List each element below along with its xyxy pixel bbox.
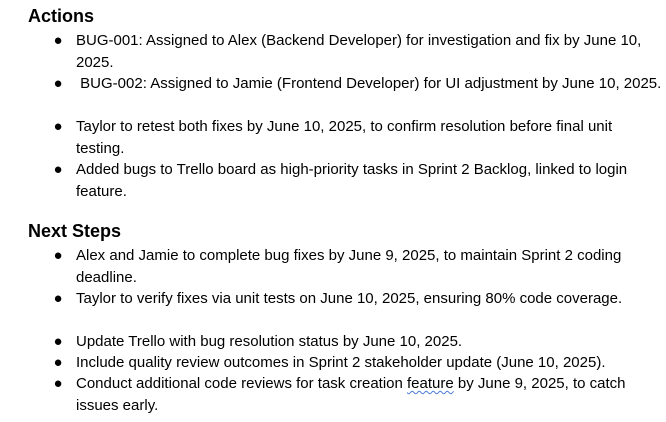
spellcheck-flagged-word[interactable]: feature [407,375,454,392]
bullet-icon: ● [53,290,63,307]
list-item-text: Conduct additional code reviews for task… [76,373,662,416]
bullet-icon: ● [53,375,63,392]
bullet-icon: ● [53,333,63,350]
list-item-text: Update Trello with bug resolution status… [76,333,463,350]
list-item-text: BUG-001: Assigned to Alex (Backend Devel… [76,32,646,71]
bullet-icon: ● [53,161,63,178]
bullet-icon: ● [53,354,63,371]
list-item-text-part: Conduct additional code reviews for task… [76,375,408,392]
list-item-text: BUG-002: Assigned to Jamie (Frontend Dev… [76,75,662,92]
bullet-icon: ● [53,247,63,264]
list-item-text: Include quality review outcomes in Sprin… [76,354,606,371]
bullet-icon: ● [53,118,63,135]
list-item-text: Taylor to retest both fixes by June 10, … [76,118,617,157]
list-item-text: Taylor to verify fixes via unit tests on… [76,290,623,307]
list-item-text: Added bugs to Trello board as high-prior… [76,161,632,200]
next-steps-heading: Next Steps [28,221,122,241]
bullet-icon: ● [53,32,63,49]
actions-heading: Actions [28,6,95,26]
bullet-icon: ● [53,75,63,92]
list-item-text: Alex and Jamie to complete bug fixes by … [76,247,626,286]
